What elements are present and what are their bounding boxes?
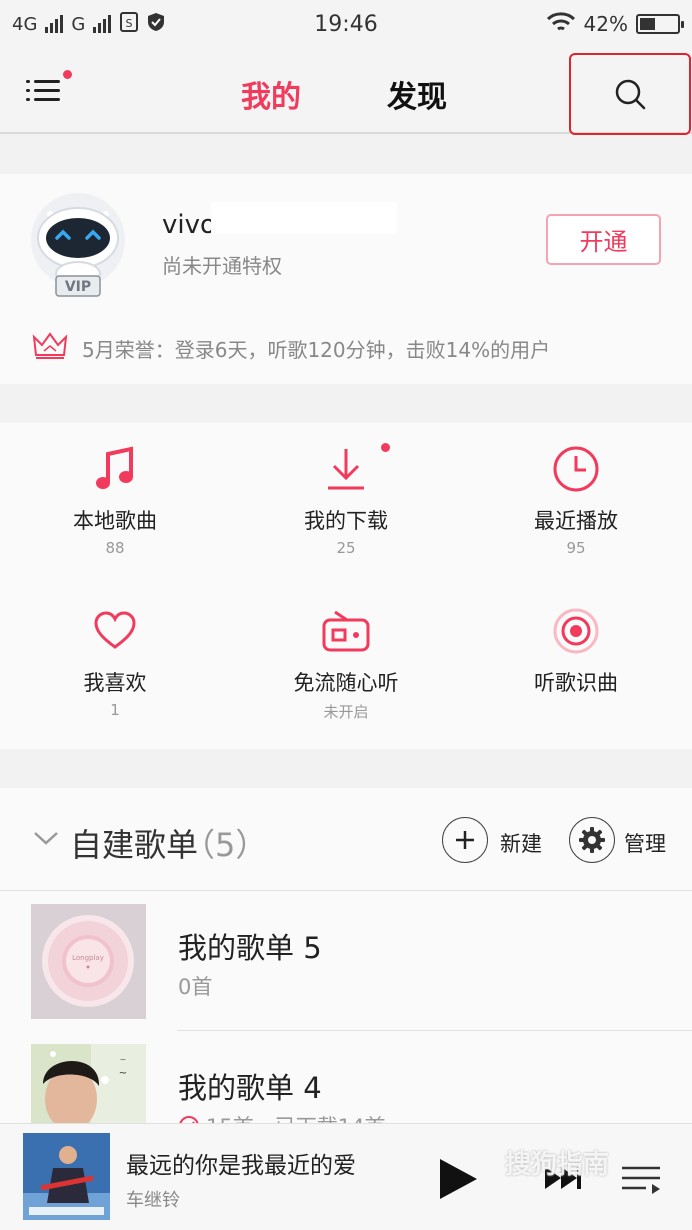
status-bar: 4G G S 19:46 42% bbox=[0, 0, 692, 48]
vip-badge: VIP bbox=[65, 279, 91, 295]
download-icon bbox=[328, 449, 364, 490]
cover-label: Longplay bbox=[72, 954, 104, 962]
grid-label: 我的下载 bbox=[304, 509, 388, 533]
play-icon[interactable] bbox=[437, 1157, 479, 1201]
battery-icon bbox=[636, 14, 684, 34]
music-note-icon bbox=[96, 446, 133, 489]
playlist-name: 我的歌单 5 bbox=[178, 931, 322, 965]
network-label-4g: 4G bbox=[12, 13, 38, 35]
watermark: 搜狗指南 bbox=[505, 1150, 610, 1180]
network-label-g: G bbox=[71, 13, 86, 35]
playlist-section-header: 自建歌单 （5） 新建 管理 bbox=[0, 788, 692, 891]
manage-playlists-button[interactable] bbox=[569, 817, 615, 863]
target-icon bbox=[553, 608, 599, 654]
playlist-name: 我的歌单 4 bbox=[178, 1071, 322, 1105]
menu-button[interactable] bbox=[26, 76, 60, 106]
grid-label: 本地歌曲 bbox=[73, 509, 157, 533]
new-playlist-label[interactable]: 新建 bbox=[500, 828, 542, 858]
now-playing-artist: 车继铃 bbox=[126, 1190, 180, 1211]
open-vip-button[interactable]: 开通 bbox=[546, 214, 661, 265]
grid-label: 我喜欢 bbox=[83, 671, 147, 695]
signal-icon-2 bbox=[93, 15, 112, 33]
status-left: 4G G S bbox=[12, 11, 165, 37]
wifi-icon bbox=[546, 11, 576, 38]
search-button[interactable] bbox=[569, 53, 691, 135]
search-icon bbox=[615, 79, 646, 110]
top-nav: 我的 发现 bbox=[0, 48, 692, 135]
shield-icon bbox=[147, 12, 165, 37]
gear-icon bbox=[579, 827, 605, 853]
profile-card: VIP vivo 尚未开通特权 开通 5月荣誉：登录6天，听歌120分钟，击败1… bbox=[0, 174, 692, 384]
playlist-cover: Longplay bbox=[31, 904, 146, 1019]
playlist-download-status: 15首，已下载14首 bbox=[178, 1111, 385, 1123]
manage-playlists-label[interactable]: 管理 bbox=[624, 828, 666, 858]
signal-icon bbox=[45, 15, 64, 33]
grid-local-songs[interactable]: 本地歌曲 88 bbox=[0, 441, 230, 557]
radio-icon bbox=[322, 610, 370, 652]
downloaded-check-icon bbox=[179, 1116, 199, 1123]
username[interactable]: vivo bbox=[162, 210, 216, 240]
playlist-queue-icon[interactable] bbox=[620, 1164, 662, 1196]
svg-text:~: ~ bbox=[120, 1055, 127, 1064]
grid-favorites[interactable]: 我喜欢 1 bbox=[0, 603, 230, 719]
tab-discover[interactable]: 发现 bbox=[387, 72, 447, 116]
battery-percent: 42% bbox=[583, 12, 628, 36]
svg-text:S: S bbox=[126, 17, 133, 30]
grid-count: 1 bbox=[110, 701, 120, 719]
grid-label: 免流随心听 bbox=[293, 671, 399, 695]
chevron-down-icon[interactable] bbox=[33, 830, 59, 846]
menu-notification-dot bbox=[63, 70, 72, 79]
playlist-item[interactable]: Longplay 我的歌单 5 0首 bbox=[0, 891, 692, 1031]
new-playlist-button[interactable] bbox=[442, 817, 488, 863]
monthly-honor[interactable]: 5月荣誉：登录6天，听歌120分钟，击败14%的用户 bbox=[82, 334, 550, 363]
grid-free-streaming[interactable]: 免流随心听 未开启 bbox=[231, 603, 461, 722]
now-playing-cover[interactable] bbox=[23, 1133, 110, 1220]
grid-song-recognition[interactable]: 听歌识曲 bbox=[461, 603, 691, 701]
grid-count: 未开启 bbox=[323, 703, 369, 721]
grid-count: 95 bbox=[566, 539, 586, 557]
sim-icon: S bbox=[119, 11, 139, 37]
download-notification-dot bbox=[381, 443, 390, 452]
redacted-username bbox=[211, 202, 397, 234]
grid-downloads[interactable]: 我的下载 25 bbox=[231, 441, 461, 557]
tab-mine[interactable]: 我的 bbox=[241, 72, 301, 116]
heart-icon bbox=[94, 611, 136, 649]
shortcut-grid: 本地歌曲 88 我的下载 25 最近播放 95 我喜欢 1 免流随心听 未开启 … bbox=[0, 423, 692, 749]
crown-icon bbox=[32, 331, 68, 363]
playlist-song-count: 15首，已下载14首 bbox=[206, 1111, 385, 1123]
playlist-section-title[interactable]: 自建歌单 bbox=[70, 820, 198, 866]
playlist-count: （5） bbox=[183, 826, 268, 864]
grid-count: 88 bbox=[105, 539, 125, 557]
playlist-item[interactable]: ~ ~ 我的歌单 4 15首，已下载14首 bbox=[0, 1031, 692, 1123]
plus-icon bbox=[456, 831, 474, 849]
playlist-song-count: 0首 bbox=[178, 975, 213, 999]
now-playing-title: 最远的你是我最近的爱 bbox=[126, 1153, 356, 1179]
grid-recent[interactable]: 最近播放 95 bbox=[461, 441, 691, 557]
grid-label: 听歌识曲 bbox=[534, 671, 618, 695]
clock-icon bbox=[553, 446, 599, 492]
avatar[interactable]: VIP bbox=[30, 192, 126, 300]
status-right: 42% bbox=[546, 11, 684, 38]
membership-status: 尚未开通特权 bbox=[162, 254, 282, 278]
playlist-cover: ~ ~ bbox=[31, 1044, 146, 1123]
playlist-list: Longplay 我的歌单 5 0首 ~ ~ 我的歌单 4 15首，已下载14首 bbox=[0, 891, 692, 1123]
grid-count: 25 bbox=[336, 539, 356, 557]
svg-text:~: ~ bbox=[119, 1068, 127, 1079]
grid-label: 最近播放 bbox=[534, 509, 618, 533]
mini-player[interactable]: 最远的你是我最近的爱 车继铃 搜狗指南 bbox=[0, 1123, 692, 1230]
